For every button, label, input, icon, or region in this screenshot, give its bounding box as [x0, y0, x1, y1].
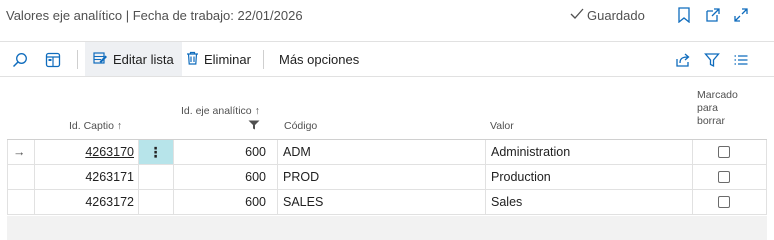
cell-code: SALES [283, 195, 324, 209]
table-row[interactable]: 4263172 600 SALES Sales [7, 190, 767, 215]
delete-button[interactable]: Eliminar [178, 42, 259, 76]
open-in-new-window-icon[interactable] [705, 7, 721, 23]
cell-value: Production [491, 170, 551, 184]
column-header-id-dimension[interactable]: Id. eje analítico ↑ [181, 105, 260, 118]
page-view-icon[interactable] [45, 52, 61, 68]
search-icon[interactable] [12, 52, 28, 68]
cell-id-dimension: 600 [245, 145, 266, 159]
cell-id-dimension: 600 [245, 195, 266, 209]
action-bar: Editar lista Eliminar Más opciones [0, 41, 774, 77]
page-header: Valores eje analítico | Fecha de trabajo… [0, 0, 774, 34]
more-options-label: Más opciones [279, 51, 360, 67]
cell-code: PROD [283, 170, 320, 184]
edit-list-label: Editar lista [113, 51, 174, 67]
marked-delete-checkbox[interactable] [718, 196, 730, 208]
checkmark-icon [570, 8, 584, 23]
cell-id-dimension: 600 [245, 170, 266, 184]
marked-delete-checkbox[interactable] [718, 171, 730, 183]
cell-id-caption[interactable]: 4263170 [35, 140, 134, 164]
row-actions-button[interactable]: ⋮ [138, 140, 173, 164]
delete-label: Eliminar [204, 51, 251, 67]
bookmark-icon[interactable] [677, 7, 693, 23]
share-icon[interactable] [675, 52, 691, 68]
cell-value: Sales [491, 195, 523, 209]
expand-icon[interactable] [733, 7, 749, 23]
saved-label: Guardado [587, 8, 645, 23]
column-header-code[interactable]: Código [284, 120, 317, 133]
trash-icon [186, 51, 199, 68]
grid-footer-area [7, 216, 767, 240]
grid-header: Id. Captio ↑ Id. eje analítico ↑ Código … [7, 78, 767, 140]
edit-list-icon [93, 51, 108, 68]
marked-delete-checkbox[interactable] [718, 146, 730, 158]
filter-icon[interactable] [704, 52, 720, 68]
list-icon[interactable] [733, 52, 749, 68]
edit-list-button[interactable]: Editar lista [85, 42, 182, 76]
cell-value: Administration [491, 145, 571, 159]
filter-indicator-icon [248, 120, 260, 134]
column-header-marked-delete[interactable]: Marcado para borrar [697, 89, 738, 128]
cell-code: ADM [283, 145, 311, 159]
table-row[interactable]: 4263171 600 PROD Production [7, 165, 767, 190]
more-options-button[interactable]: Más opciones [271, 42, 367, 76]
cell-id-caption: 4263172 [85, 195, 134, 209]
column-header-value[interactable]: Valor [490, 120, 514, 133]
page-title: Valores eje analítico | Fecha de trabajo… [6, 8, 303, 23]
saved-status: Guardado [570, 8, 645, 23]
cell-id-caption: 4263171 [85, 170, 134, 184]
column-header-id-caption[interactable]: Id. Captio ↑ [69, 120, 122, 133]
table-row[interactable]: → ⋮ 4263170 600 ADM Administration [7, 140, 767, 165]
current-row-arrow-icon: → [13, 145, 26, 159]
